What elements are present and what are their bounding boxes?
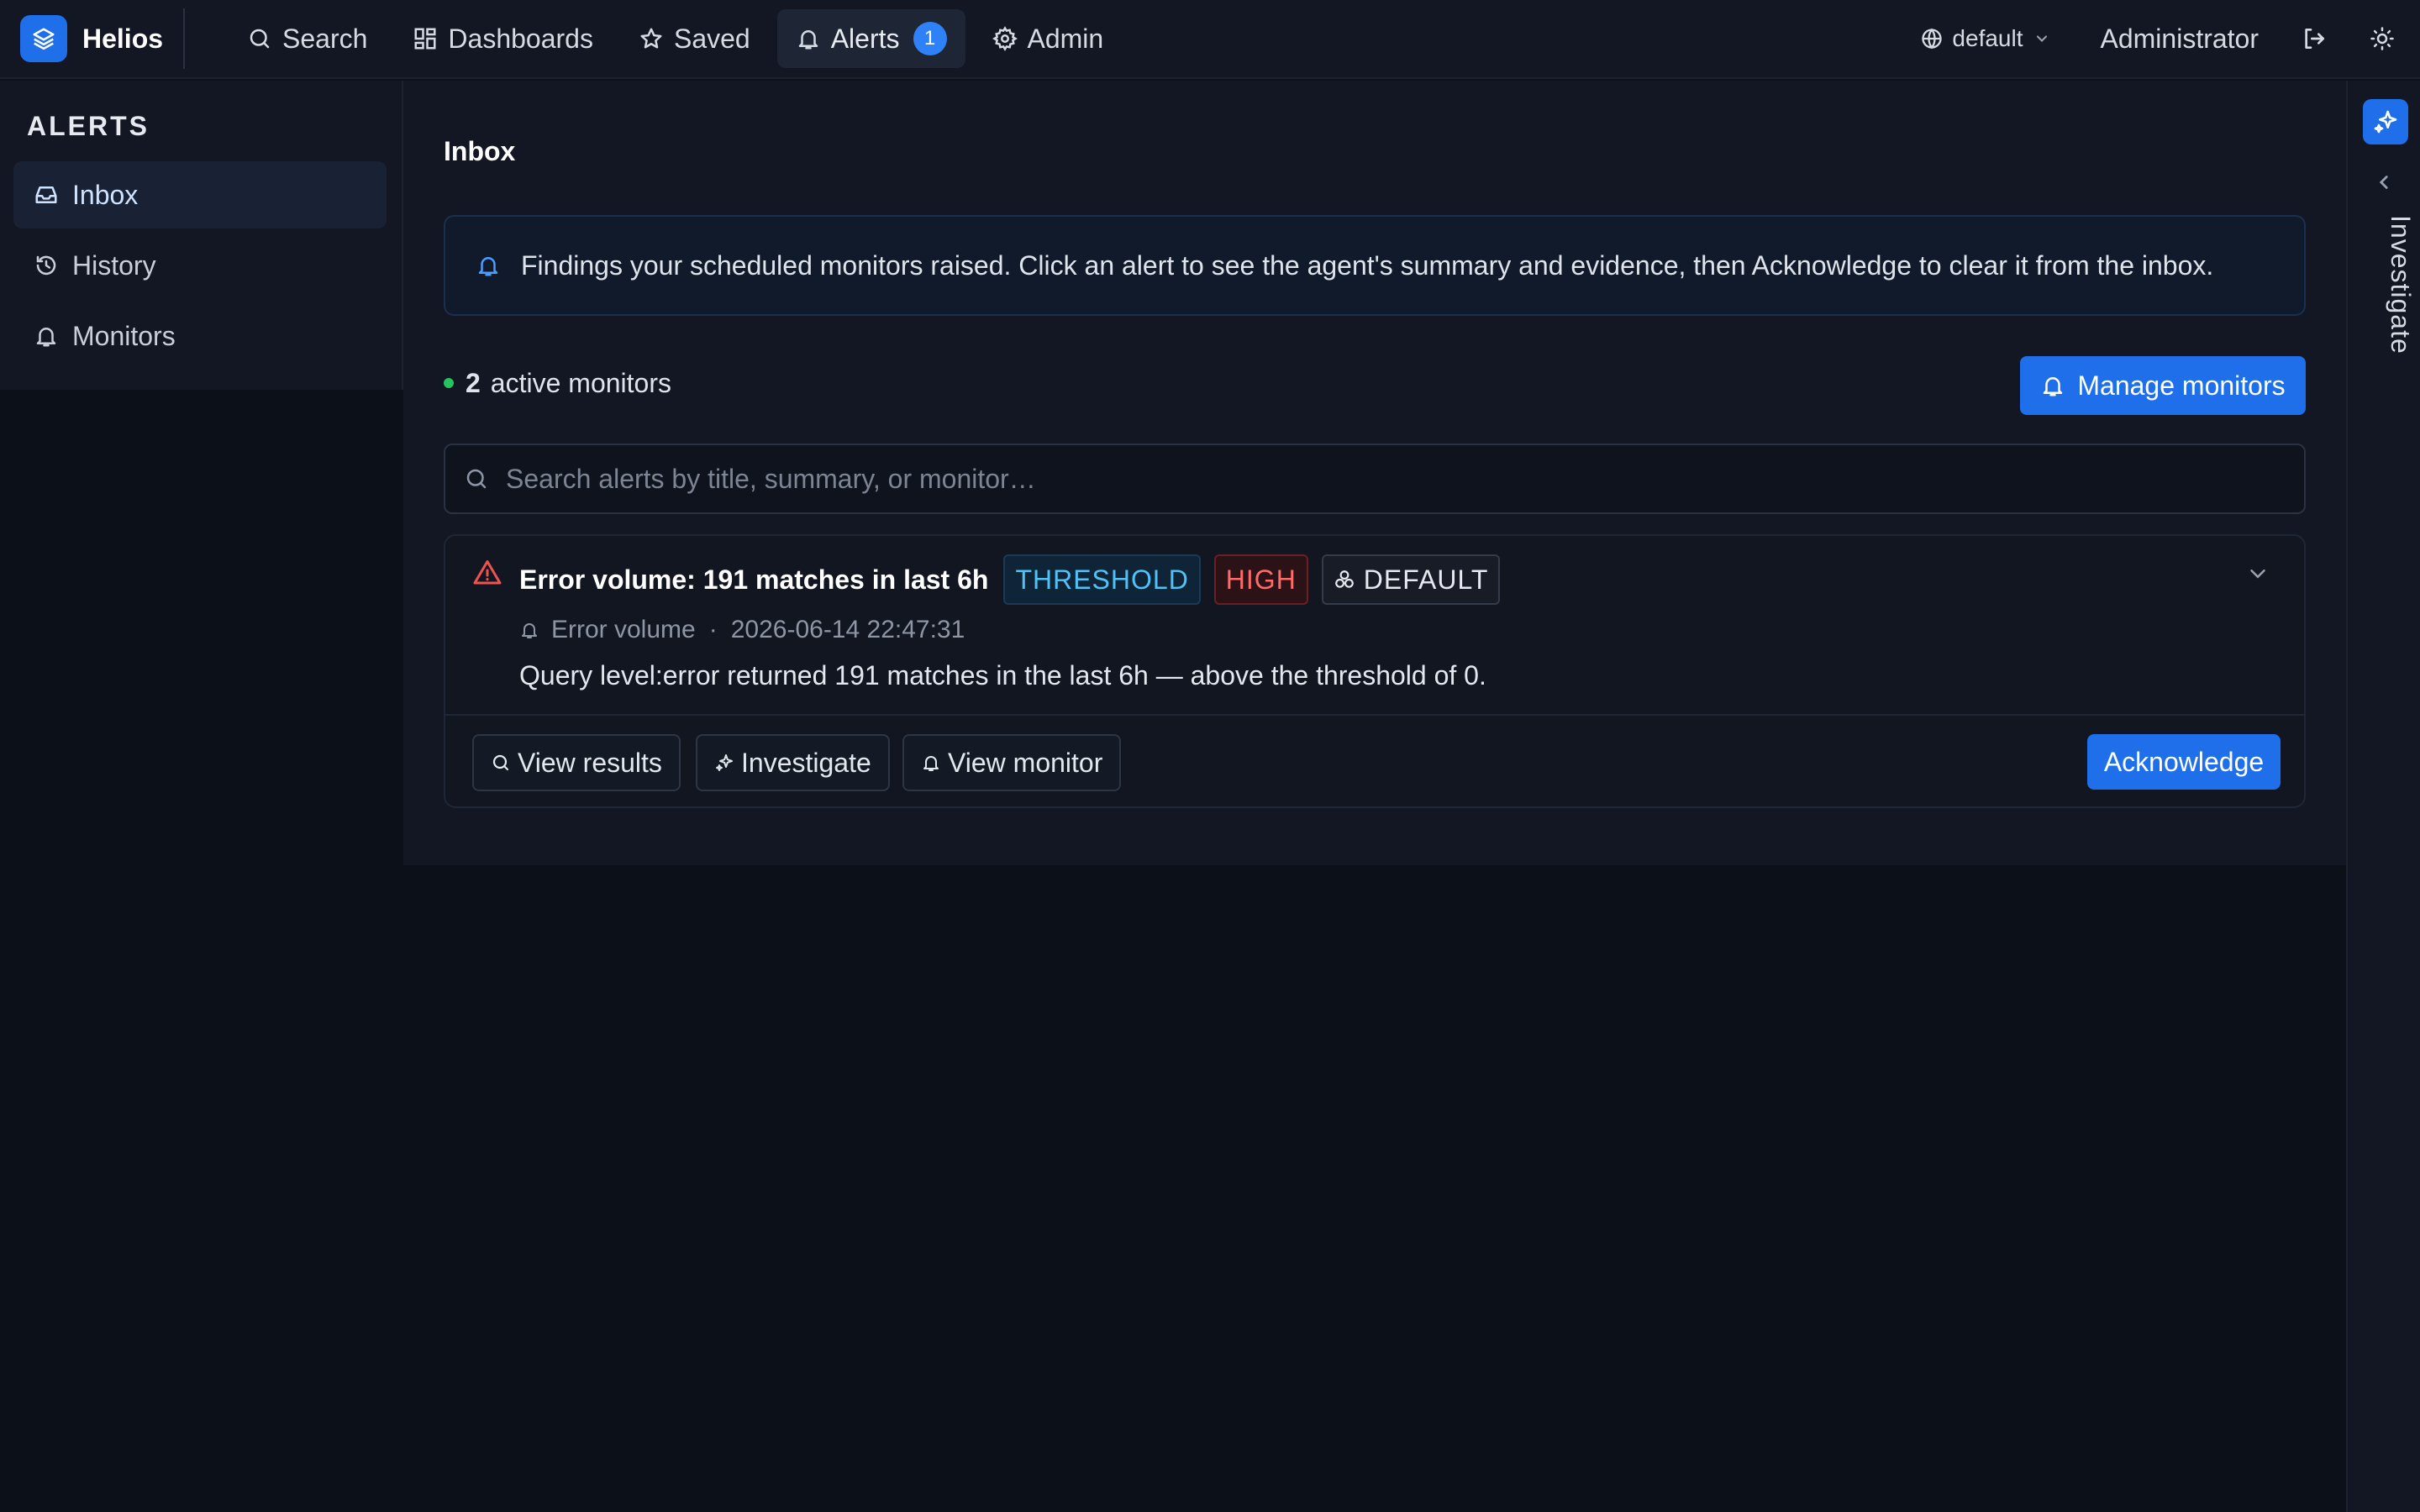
alert-severity-tag: HIGH (1213, 554, 1308, 605)
nav-item-search[interactable]: Search (229, 9, 386, 68)
alert-header: Error volume: 191 matches in last 6h THR… (519, 554, 1513, 605)
sparkles-icon (2374, 110, 2397, 134)
info-banner: Findings your scheduled monitors raised.… (444, 215, 2306, 316)
alert-timestamp: 2026-06-14 22:47:31 (730, 616, 965, 643)
alerts-sidebar: ALERTS Inbox History Monitors (0, 81, 403, 390)
logout-icon[interactable] (2301, 25, 2328, 52)
brand-divider (183, 8, 186, 69)
view-results-button[interactable]: View results (472, 734, 681, 791)
warning-triangle-icon (473, 560, 502, 585)
view-results-label: View results (518, 747, 662, 778)
nav-item-alerts[interactable]: Alerts 1 (776, 9, 965, 68)
alerts-count-badge: 1 (913, 22, 947, 55)
sidebar-item-inbox[interactable]: Inbox (13, 161, 387, 228)
chevron-down-icon[interactable] (2245, 561, 2270, 586)
top-bar: Helios Search Dashboards Saved Alerts 1 … (0, 0, 2420, 79)
investigate-rail-label[interactable]: Investigate (2385, 215, 2416, 354)
alert-card[interactable]: Error volume: 191 matches in last 6h THR… (444, 534, 2306, 808)
main-nav: Search Dashboards Saved Alerts 1 Admin (229, 0, 1130, 78)
gear-icon (992, 26, 1018, 51)
nav-item-label: Dashboards (448, 23, 593, 54)
investigate-button[interactable]: Investigate (696, 734, 890, 791)
card-divider (445, 714, 2304, 716)
alert-title: Error volume: 191 matches in last 6h (519, 564, 989, 595)
alert-meta: Error volume · 2026-06-14 22:47:31 (519, 613, 965, 647)
nav-item-label: Alerts (830, 23, 900, 54)
globe-icon (1922, 28, 1943, 50)
bell-icon (36, 328, 56, 347)
alert-summary: Query level:error returned 191 matches i… (519, 660, 1486, 690)
manage-monitors-button[interactable]: Manage monitors (2020, 356, 2306, 415)
sidebar-item-label: Inbox (72, 179, 139, 210)
nav-item-label: Admin (1027, 23, 1104, 54)
user-name[interactable]: Administrator (2101, 24, 2260, 55)
alert-search (444, 444, 2306, 514)
meta-separator: · (708, 616, 718, 643)
view-monitor-label: View monitor (948, 747, 1103, 778)
alert-search-input[interactable] (506, 454, 2304, 504)
inbox-icon (35, 186, 57, 203)
sidebar-item-history[interactable]: History (13, 232, 387, 299)
dashboard-icon (414, 28, 436, 50)
bell-icon (478, 257, 498, 276)
sidebar-item-label: History (72, 249, 156, 281)
chevron-down-icon (2036, 35, 2047, 42)
search-icon (250, 29, 270, 49)
star-icon (640, 28, 662, 49)
nav-item-label: Saved (673, 23, 750, 54)
status-dot (444, 378, 454, 388)
workspace-icon (1334, 570, 1354, 588)
banner-text: Findings your scheduled monitors raised.… (521, 249, 2214, 281)
bell-icon (923, 756, 939, 771)
nav-item-label: Search (282, 23, 368, 54)
acknowledge-button[interactable]: Acknowledge (2087, 734, 2281, 790)
nav-item-dashboards[interactable]: Dashboards (394, 9, 612, 68)
history-icon (36, 255, 56, 276)
sidebar-item-label: Monitors (72, 320, 176, 351)
investigate-sparkles-button[interactable] (2363, 99, 2408, 144)
manage-monitors-label: Manage monitors (2077, 370, 2286, 401)
sidebar-item-monitors[interactable]: Monitors (13, 302, 387, 370)
sparkles-icon (716, 754, 733, 771)
search-icon (466, 469, 487, 489)
nav-item-admin[interactable]: Admin (974, 9, 1123, 68)
active-monitors-count: 2 (466, 367, 481, 398)
bell-icon (2044, 377, 2063, 396)
workspace-select[interactable]: default (1920, 25, 2049, 52)
app-name: Helios (82, 23, 164, 54)
page-title: Inbox (444, 136, 516, 166)
view-monitor-button[interactable]: View monitor (902, 734, 1122, 791)
workspace-tag-label: DEFAULT (1363, 564, 1489, 595)
alert-monitor-name: Error volume (551, 616, 696, 643)
layers-logo-icon (20, 15, 67, 62)
sidebar-title: ALERTS (27, 111, 150, 141)
top-right-controls: default Administrator (1920, 0, 2395, 78)
alert-type-tag: THRESHOLD (1003, 554, 1201, 605)
investigate-rail: Investigate (2346, 81, 2420, 1512)
chevron-left-icon[interactable] (2373, 171, 2395, 193)
active-monitors-summary: 2 active monitors (444, 366, 671, 400)
brand[interactable]: Helios (20, 0, 186, 78)
bell-icon (798, 30, 818, 50)
nav-item-saved[interactable]: Saved (620, 9, 769, 68)
active-monitors-label: active monitors (490, 367, 671, 398)
workspace-value: default (1952, 25, 2023, 51)
investigate-label: Investigate (741, 747, 871, 778)
alerts-inbox-panel: Inbox Findings your scheduled monitors r… (403, 81, 2346, 865)
alert-workspace-tag: DEFAULT (1321, 554, 1501, 605)
bell-icon (522, 623, 537, 638)
sun-icon[interactable] (2370, 26, 2395, 51)
search-icon (492, 754, 509, 771)
